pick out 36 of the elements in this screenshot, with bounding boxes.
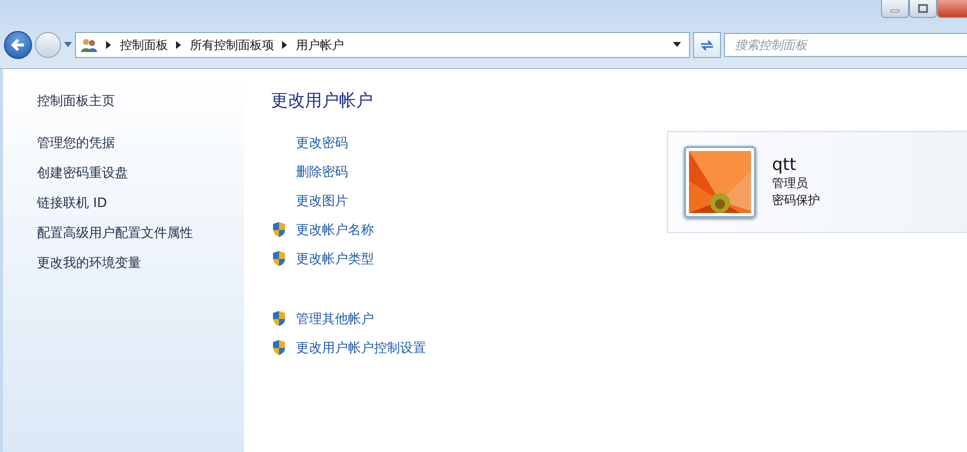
- maximize-button[interactable]: [909, 0, 937, 18]
- sidebar-link[interactable]: 管理您的凭据: [37, 129, 244, 159]
- sidebar-link[interactable]: 创建密码重设盘: [37, 159, 244, 189]
- task-link[interactable]: 更改帐户名称: [296, 220, 374, 238]
- task-link[interactable]: 更改密码: [296, 134, 348, 152]
- account-role: 管理员: [772, 175, 809, 192]
- task-link[interactable]: 删除密码: [296, 162, 348, 180]
- address-bar[interactable]: 控制面板 所有控制面板项 用户帐户: [75, 32, 690, 58]
- dropdown-icon[interactable]: [673, 42, 681, 48]
- shield-icon: [271, 250, 287, 267]
- shield-icon: [271, 310, 287, 327]
- section-heading: 更改用户帐户: [271, 90, 374, 112]
- chevron-icon[interactable]: [176, 41, 182, 49]
- users-icon: [80, 37, 98, 53]
- refresh-button[interactable]: [693, 32, 721, 58]
- sidebar-link[interactable]: 配置高级用户配置文件属性: [37, 219, 244, 249]
- account-status: 密码保护: [772, 192, 820, 209]
- shield-icon: [271, 221, 287, 238]
- maximize-icon: [917, 4, 929, 14]
- task-link[interactable]: 更改图片: [296, 192, 348, 210]
- sidebar-link[interactable]: 控制面板主页: [37, 87, 244, 117]
- back-button[interactable]: [4, 31, 32, 59]
- search-field[interactable]: 搜索控制面板: [724, 33, 967, 57]
- sidebar-link[interactable]: 更改我的环境变量: [37, 249, 244, 279]
- task-link[interactable]: 管理其他帐户: [296, 310, 374, 328]
- breadcrumb[interactable]: 所有控制面板项: [190, 36, 274, 54]
- shield-icon: [271, 339, 287, 356]
- refresh-icon: [699, 38, 715, 52]
- chevron-icon[interactable]: [282, 41, 288, 49]
- breadcrumb[interactable]: 用户帐户: [296, 36, 344, 54]
- sidebar-link[interactable]: 链接联机 ID: [37, 189, 244, 219]
- task-link[interactable]: 更改用户帐户控制设置: [296, 338, 426, 356]
- account-name: qtt: [772, 155, 798, 175]
- task-link[interactable]: 更改帐户类型: [296, 250, 374, 268]
- chevron-icon[interactable]: [106, 41, 112, 49]
- breadcrumb[interactable]: 控制面板: [120, 36, 168, 54]
